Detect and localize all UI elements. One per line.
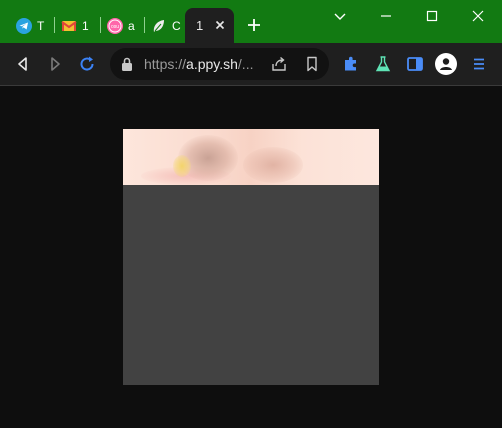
- menu-icon[interactable]: [469, 54, 489, 74]
- tab-label: 1: [196, 18, 204, 33]
- url-scheme: https://: [144, 56, 187, 72]
- tab-separator: [54, 17, 55, 33]
- tab-telegram[interactable]: T: [16, 8, 50, 43]
- image-viewer[interactable]: [123, 129, 379, 385]
- tab-leaf[interactable]: C: [151, 8, 181, 43]
- tab-separator: [100, 17, 101, 33]
- extensions-icon[interactable]: [341, 54, 361, 74]
- back-icon[interactable]: [13, 54, 33, 74]
- loaded-image-strip: [123, 129, 379, 185]
- tab-search-chevron-down-icon[interactable]: [330, 6, 350, 26]
- tab-label: T: [37, 18, 45, 33]
- title-bar: T 1 osu a C 1: [0, 0, 502, 43]
- maximize-icon[interactable]: [422, 6, 442, 26]
- tab-separator: [144, 17, 145, 33]
- avatar[interactable]: [435, 53, 457, 75]
- osu-icon: osu: [107, 17, 123, 34]
- svg-text:osu: osu: [111, 24, 119, 30]
- url-host: a.ppy.sh: [186, 56, 238, 72]
- new-tab-icon[interactable]: [244, 15, 264, 35]
- profile-icon: [440, 58, 452, 70]
- reload-icon[interactable]: [77, 54, 97, 74]
- lock-icon[interactable]: [120, 56, 134, 72]
- url-path: /...: [237, 56, 254, 72]
- browser-toolbar: https://a.ppy.sh/...: [0, 43, 502, 86]
- flask-icon[interactable]: [373, 54, 393, 74]
- share-icon[interactable]: [270, 55, 288, 73]
- close-tab-icon[interactable]: [212, 17, 228, 33]
- gmail-icon: [61, 20, 77, 31]
- close-window-icon[interactable]: [468, 6, 488, 26]
- tab-osu[interactable]: osu a: [107, 8, 139, 43]
- tab-label: 1: [82, 18, 89, 33]
- bookmark-icon[interactable]: [303, 55, 321, 73]
- leaf-icon: [153, 19, 164, 32]
- address-bar[interactable]: https://a.ppy.sh/...: [110, 48, 329, 80]
- telegram-icon: [16, 17, 32, 34]
- side-panel-icon[interactable]: [405, 54, 425, 74]
- image-blur: [243, 147, 303, 183]
- tab-gmail[interactable]: 1: [61, 8, 95, 43]
- tab-active[interactable]: 1: [185, 8, 234, 43]
- forward-icon[interactable]: [45, 54, 65, 74]
- image-blur: [173, 155, 191, 177]
- tab-label: a: [128, 18, 135, 33]
- tab-label: C: [172, 18, 181, 33]
- page-content: [0, 86, 502, 428]
- minimize-icon[interactable]: [376, 6, 396, 26]
- url-text[interactable]: https://a.ppy.sh/...: [144, 56, 253, 72]
